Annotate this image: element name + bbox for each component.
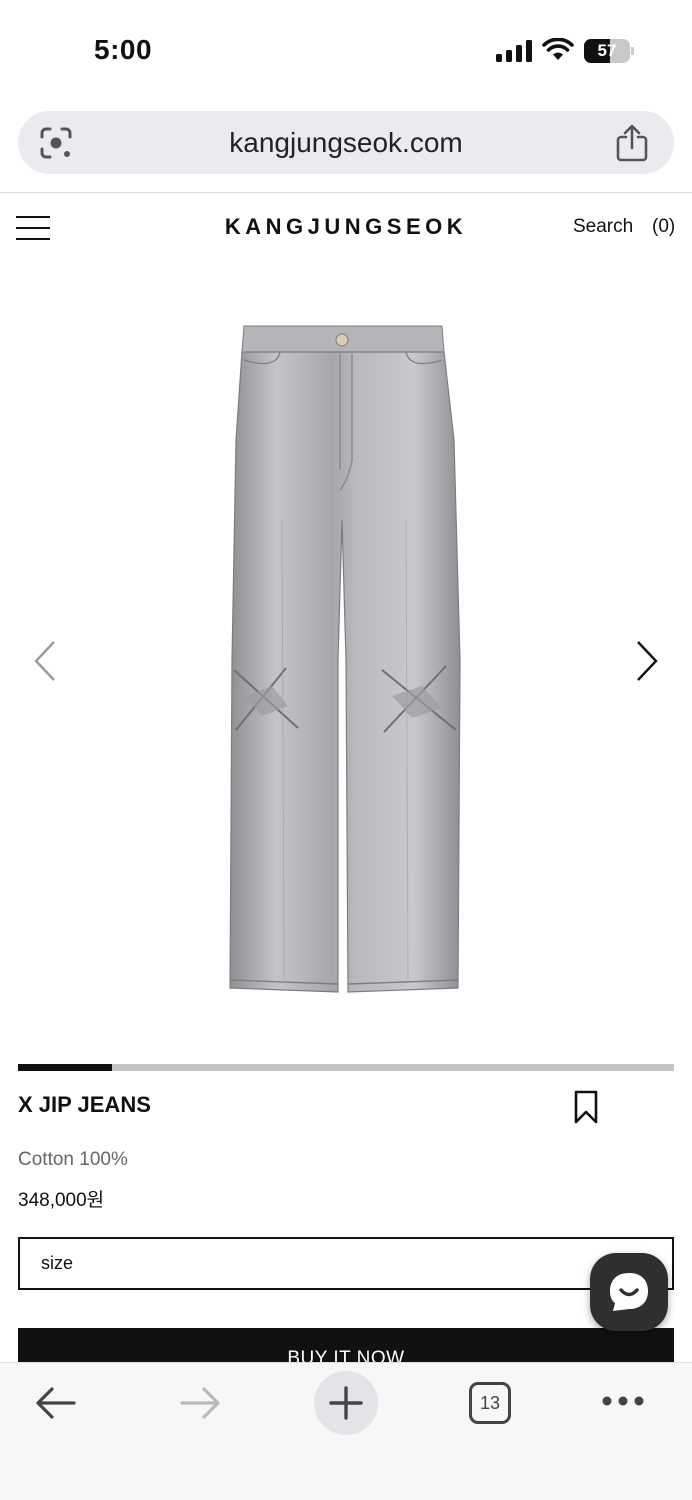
chat-button[interactable] xyxy=(590,1253,668,1331)
address-bar[interactable]: kangjungseok.com xyxy=(18,111,674,174)
cart-link[interactable]: (0) xyxy=(652,216,675,238)
cellular-signal-icon xyxy=(496,40,532,62)
battery-level: 57 xyxy=(597,41,617,60)
share-icon[interactable] xyxy=(614,124,650,162)
product-material: Cotton 100% xyxy=(18,1149,128,1170)
browser-toolbar: 13 xyxy=(0,1362,692,1500)
chevron-left-icon[interactable] xyxy=(30,638,60,684)
size-select[interactable]: size xyxy=(18,1237,674,1290)
back-arrow-icon[interactable] xyxy=(34,1385,78,1421)
more-icon[interactable] xyxy=(600,1393,646,1409)
product-price: 348,000원 xyxy=(18,1190,105,1211)
new-tab-button[interactable] xyxy=(314,1371,378,1435)
status-bar: 5:00 57 xyxy=(0,0,692,100)
bookmark-icon[interactable] xyxy=(574,1090,598,1124)
gallery-progress-bar xyxy=(18,1064,674,1071)
header-divider xyxy=(0,192,692,193)
wifi-icon xyxy=(542,38,574,60)
size-select-label: size xyxy=(41,1253,74,1273)
product-image[interactable] xyxy=(222,320,470,1002)
tabs-icon[interactable]: 13 xyxy=(469,1382,511,1424)
battery-icon: 57 xyxy=(584,39,634,63)
url-text[interactable]: kangjungseok.com xyxy=(18,111,674,174)
forward-arrow-icon[interactable] xyxy=(178,1385,222,1421)
status-time: 5:00 xyxy=(94,34,153,65)
plus-icon xyxy=(329,1386,363,1420)
gallery-progress-fill xyxy=(18,1064,112,1071)
search-link[interactable]: Search xyxy=(573,216,633,238)
chevron-right-icon[interactable] xyxy=(632,638,662,684)
product-name: X JIP JEANS xyxy=(18,1092,151,1117)
chat-icon xyxy=(610,1273,648,1311)
